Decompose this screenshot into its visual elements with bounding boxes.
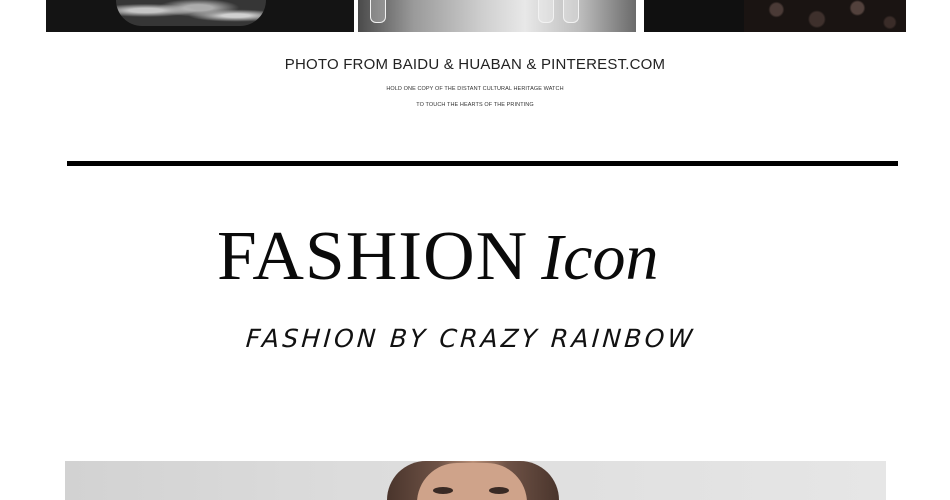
top-photo-middle (358, 0, 636, 32)
heading-italic: Icon (541, 221, 659, 294)
model-photo (65, 461, 886, 500)
wine-glass-icon (370, 0, 386, 23)
eye-icon (489, 487, 509, 494)
credit-subline-1: HOLD ONE COPY OF THE DISTANT CULTURAL HE… (386, 86, 564, 92)
lace-detail (744, 0, 906, 32)
byline: FASHION BY CRAZY RAINBOW (244, 324, 697, 353)
top-photo-right (644, 0, 906, 32)
sequin-detail (116, 0, 266, 26)
divider-rule (67, 161, 898, 166)
wine-glass-icon (538, 0, 554, 23)
fashion-icon-heading: FASHION Icon (216, 218, 659, 295)
heading-main: FASHION (216, 218, 529, 295)
photo-credit: PHOTO FROM BAIDU & HUABAN & PINTEREST.CO… (284, 56, 666, 73)
wine-glass-icon (563, 0, 579, 23)
top-photo-left (46, 0, 354, 32)
eye-icon (433, 487, 453, 494)
credit-subline-2: TO TOUCH THE HEARTS OF THE PRINTING (416, 102, 534, 108)
